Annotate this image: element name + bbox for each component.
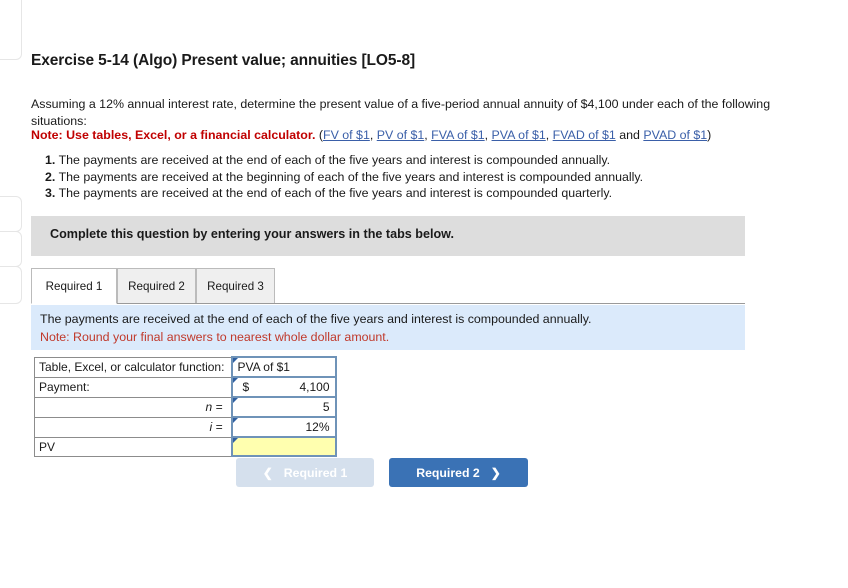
next-required-button[interactable]: Required 2 ❯ [389, 458, 528, 487]
row-label-n: n = [34, 396, 232, 418]
offscreen-panel-row-1 [0, 196, 22, 232]
sep-4: , [545, 128, 553, 142]
list-item-number: 2. [45, 169, 56, 184]
list-item: 2. The payments are received at the begi… [45, 169, 643, 186]
input-i[interactable]: 12% [230, 416, 337, 438]
note-label: Note: Use tables, Excel, or a financial … [31, 128, 316, 142]
comment-marker-icon [232, 418, 238, 423]
link-pvad-of-1[interactable]: PVAD of $1 [643, 128, 707, 142]
list-item-text: The payments are received at the end of … [58, 186, 613, 200]
rounding-note: Note: Round your final answers to neares… [40, 330, 390, 344]
list-item-number: 3. [45, 186, 56, 200]
input-n[interactable]: 5 [230, 396, 337, 418]
link-and: and [615, 128, 644, 142]
page-title: Exercise 5-14 (Algo) Present value; annu… [31, 52, 416, 69]
table-row: Payment: $ 4,100 [34, 376, 337, 398]
exercise-intro: Assuming a 12% annual interest rate, det… [31, 97, 771, 128]
link-pv-of-1[interactable]: PV of $1 [377, 128, 425, 142]
currency-symbol: $ [242, 380, 250, 394]
input-pv-answer[interactable] [230, 436, 337, 457]
input-function[interactable]: PVA of $1 [230, 356, 337, 378]
offscreen-panel-row-2 [0, 231, 22, 267]
row-label-function: Table, Excel, or calculator function: [34, 356, 232, 378]
comment-marker-icon [232, 378, 238, 383]
row-label-i: i = [34, 416, 232, 438]
sep-1: , [369, 128, 377, 142]
list-item: 3. The payments are received at the end … [45, 185, 643, 202]
requirement-info-panel: The payments are received at the end of … [31, 305, 745, 350]
link-fv-of-1[interactable]: FV of $1 [323, 128, 370, 142]
next-required-label: Required 2 [416, 465, 480, 480]
list-item: 1. The payments are received at the end … [45, 152, 643, 169]
calculation-table: Table, Excel, or calculator function: PV… [34, 356, 337, 457]
input-payment-value: 4,100 [299, 380, 330, 394]
input-payment[interactable]: $ 4,100 [230, 376, 337, 398]
table-row: PV [34, 436, 337, 457]
prev-required-label: Required 1 [283, 465, 348, 480]
list-item-number: 1. [45, 153, 56, 167]
tab-strip: Required 1 Required 2 Required 3 [31, 268, 745, 305]
requirement-description: The payments are received at the end of … [40, 312, 592, 326]
tab-required-1[interactable]: Required 1 [31, 268, 117, 304]
offscreen-panel-top [0, 0, 22, 60]
sep-3: , [484, 128, 492, 142]
offscreen-panel-row-3 [0, 266, 22, 304]
comment-marker-icon [232, 358, 238, 363]
chevron-right-icon: ❯ [490, 465, 501, 480]
note-line: Note: Use tables, Excel, or a financial … [31, 127, 711, 143]
table-row: n = 5 [34, 396, 337, 418]
situations-list: 1. The payments are received at the end … [45, 152, 643, 202]
row-label-payment: Payment: [34, 376, 232, 398]
tab-underline [31, 303, 745, 304]
tab-required-3[interactable]: Required 3 [196, 268, 275, 304]
paren-close: ) [707, 128, 712, 142]
instruction-bar-text: Complete this question by entering your … [50, 227, 454, 241]
input-n-value: 5 [322, 400, 330, 414]
comment-marker-icon [232, 438, 238, 443]
instruction-bar: Complete this question by entering your … [31, 216, 745, 256]
link-fva-of-1[interactable]: FVA of $1 [431, 128, 485, 142]
list-item-text: The payments are received at the beginni… [58, 169, 644, 184]
link-pva-of-1[interactable]: PVA of $1 [492, 128, 546, 142]
link-fvad-of-1[interactable]: FVAD of $1 [553, 128, 616, 142]
table-row: i = 12% [34, 416, 337, 438]
chevron-left-icon: ❮ [262, 465, 273, 480]
prev-required-button[interactable]: ❮ Required 1 [236, 458, 374, 487]
tab-required-2[interactable]: Required 2 [117, 268, 196, 304]
input-i-value: 12% [305, 420, 330, 434]
table-row: Table, Excel, or calculator function: PV… [34, 356, 337, 378]
input-function-value: PVA of $1 [237, 360, 290, 374]
row-label-pv: PV [34, 436, 232, 457]
comment-marker-icon [232, 398, 238, 403]
list-item-text: The payments are received at the end of … [58, 153, 611, 167]
